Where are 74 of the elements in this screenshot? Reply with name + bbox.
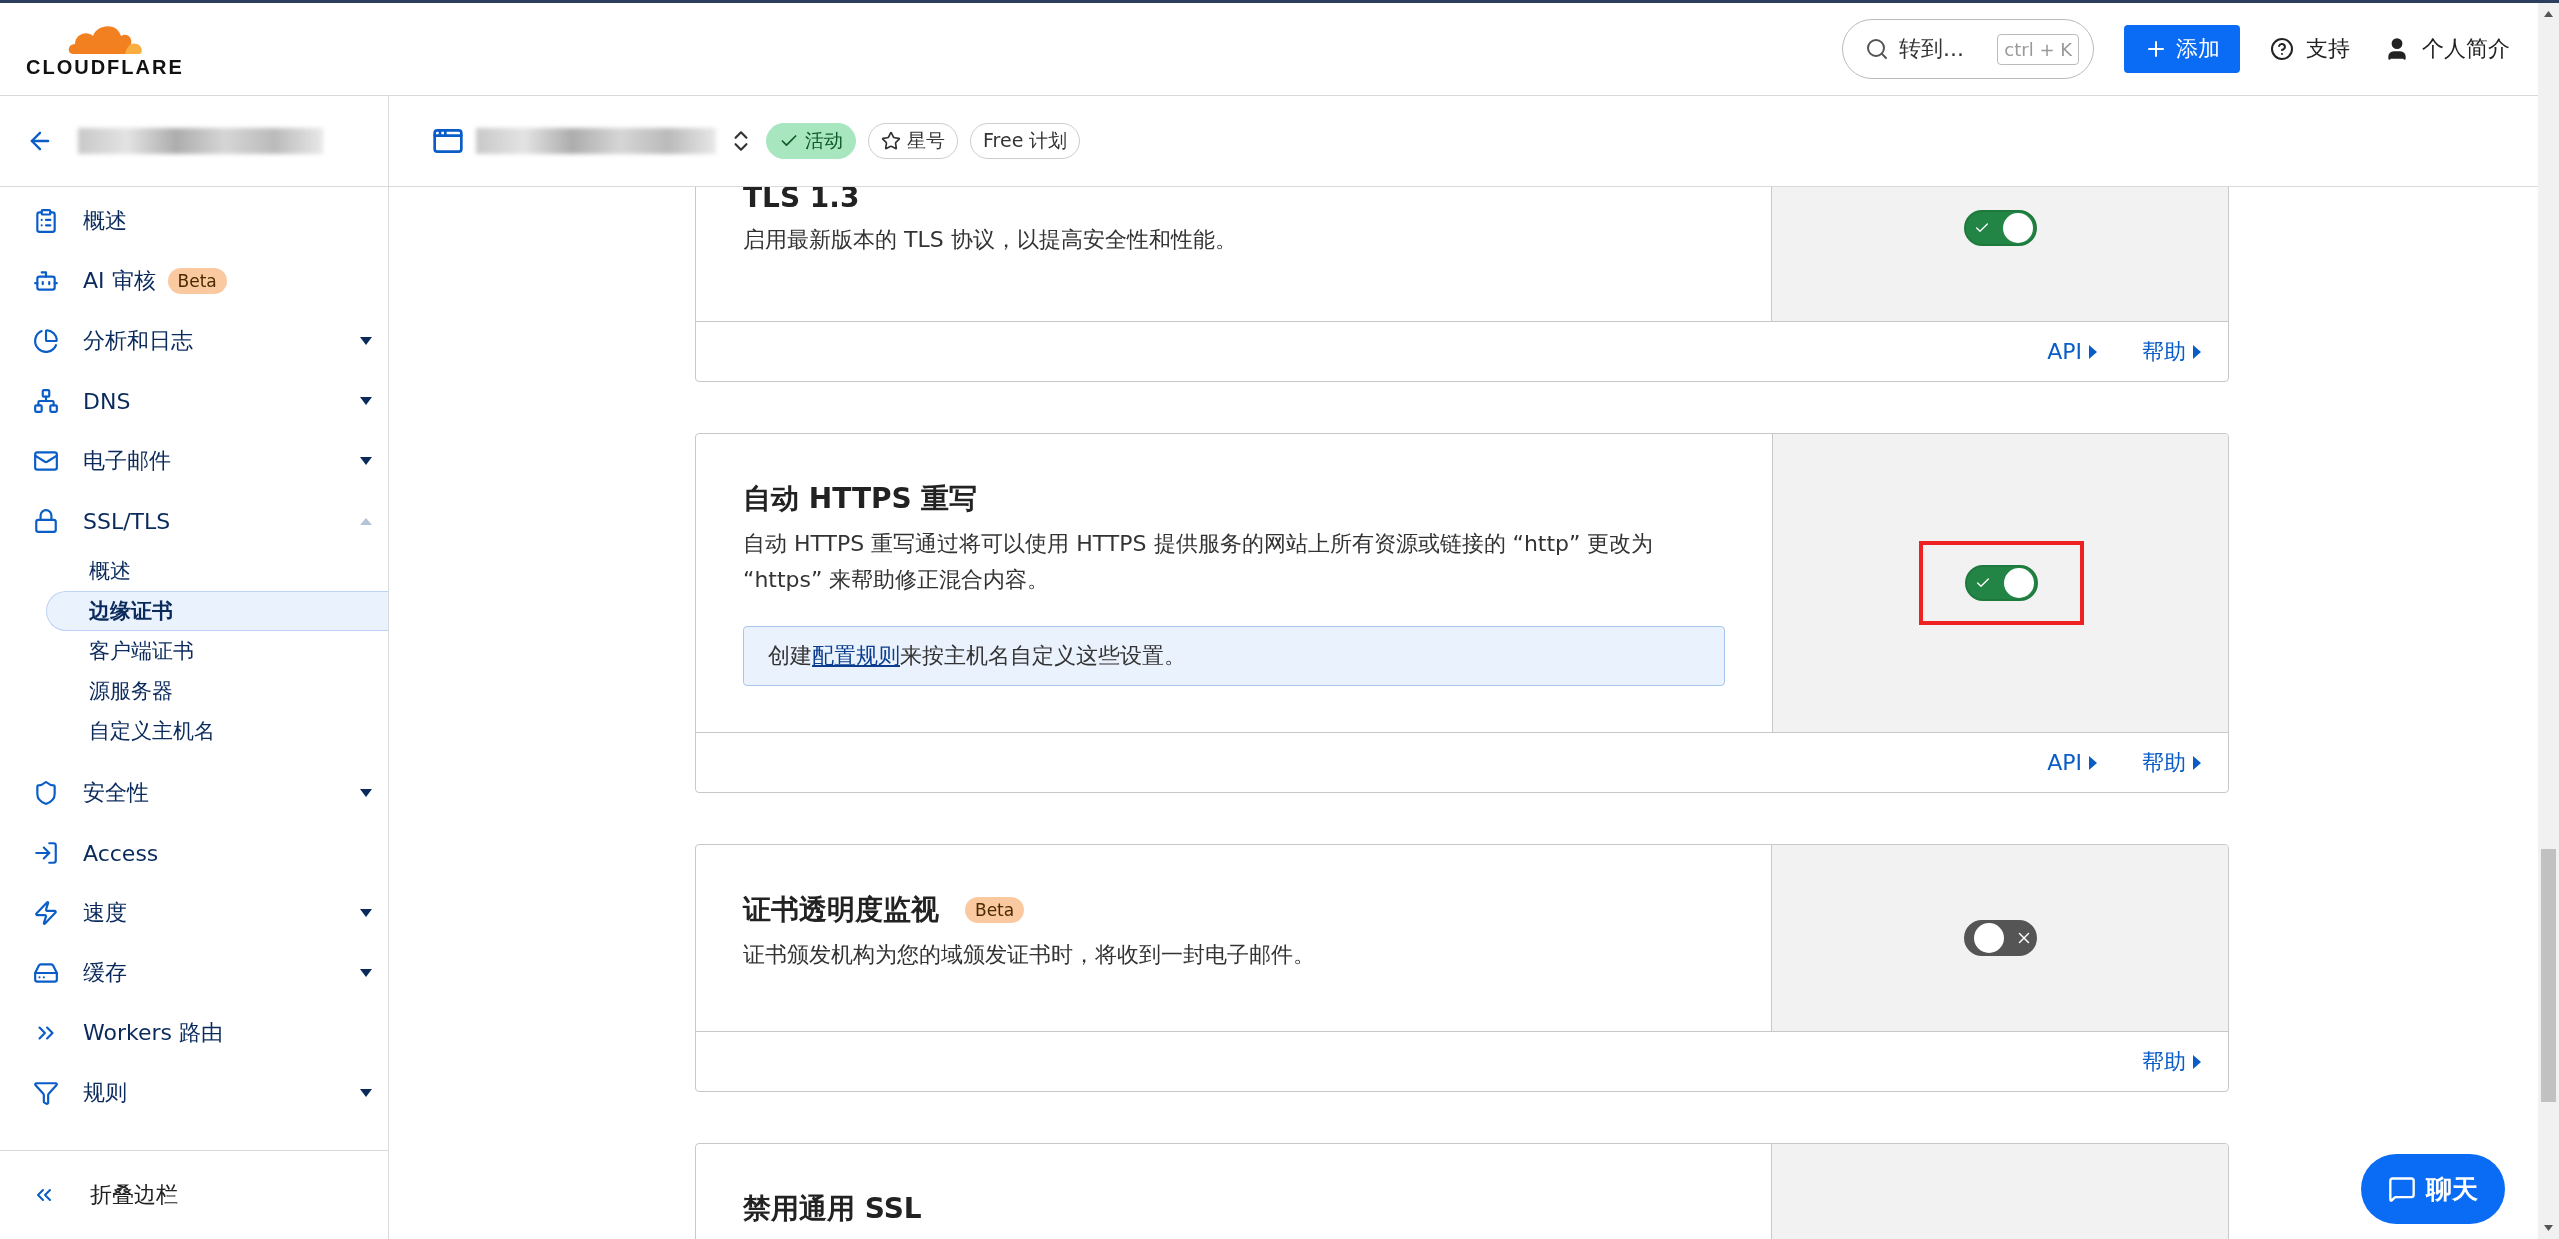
- sidebar-item[interactable]: 缓存: [0, 943, 388, 1003]
- logo-text: CLOUDFLARE: [26, 55, 184, 79]
- help-link[interactable]: 帮助: [2142, 336, 2202, 367]
- toggle-switch[interactable]: [1964, 565, 2038, 601]
- sidebar-item[interactable]: SSL/TLS: [0, 491, 388, 551]
- sidebar-item[interactable]: 规则: [0, 1063, 388, 1123]
- filter-icon: [33, 1080, 59, 1106]
- toggle-switch[interactable]: [1963, 920, 2037, 956]
- toggle-switch[interactable]: [1963, 210, 2037, 246]
- pie-chart-icon: [33, 328, 59, 354]
- scrollbar-drawing[interactable]: [2538, 3, 2559, 1239]
- sidebar-item[interactable]: 概述: [0, 191, 388, 251]
- card-title: 自动 HTTPS 重写: [743, 481, 978, 517]
- triangle-icon: [2192, 1053, 2202, 1070]
- sign-in-icon: [33, 840, 59, 866]
- clipboard-icon: [33, 208, 59, 234]
- sidebar-item[interactable]: 安全性: [0, 763, 388, 823]
- search-icon: [1865, 37, 1889, 61]
- triangle-icon: [2192, 754, 2202, 771]
- rules-link[interactable]: 配置规则: [812, 643, 900, 668]
- caret-icon: [358, 456, 374, 466]
- help-link[interactable]: 帮助: [2142, 1046, 2202, 1077]
- profile-button[interactable]: 个人简介: [2380, 30, 2514, 68]
- beta-badge: Beta: [167, 268, 227, 294]
- triangle-icon: [2088, 343, 2098, 360]
- card-description: 自动 HTTPS 重写通过将可以使用 HTTPS 提供服务的网站上所有资源或链接的 “http” 更改为 “https” 来帮助修正混合内容。: [743, 530, 1655, 594]
- sidebar-item[interactable]: Workers 路由: [0, 1003, 388, 1063]
- sidebar-subitem[interactable]: 客户端证书: [46, 631, 388, 671]
- info-note: 创建配置规则来按主机名自定义这些设置。: [743, 626, 1725, 686]
- card-description: 启用最新版本的 TLS 协议，以提高安全性和性能。: [743, 226, 1238, 254]
- shortcut-hint: ctrl + K: [1997, 33, 2079, 65]
- sidebar-item[interactable]: DNS: [0, 371, 388, 431]
- card-title: TLS 1.3: [743, 187, 860, 214]
- beta-badge: Beta: [965, 897, 1025, 923]
- chat-button[interactable]: 聊天: [2361, 1154, 2505, 1224]
- caret-icon: [358, 336, 374, 346]
- help-link[interactable]: 帮助: [2142, 747, 2202, 778]
- caret-icon: [358, 1088, 374, 1098]
- caret-icon: [358, 788, 374, 798]
- sidebar-item[interactable]: 分析和日志: [0, 311, 388, 371]
- chat-bubble-icon: [2388, 1175, 2416, 1203]
- star-icon: [881, 131, 901, 151]
- card-title: 禁用通用 SSL: [743, 1191, 922, 1227]
- sidebar-item[interactable]: 速度: [0, 883, 388, 943]
- network-icon: [33, 388, 59, 414]
- support-button[interactable]: 支持: [2266, 30, 2354, 68]
- status-badge[interactable]: 星号: [868, 123, 958, 159]
- help-link[interactable]: API: [2047, 750, 2098, 775]
- robot-icon: [33, 268, 59, 294]
- mail-icon: [33, 448, 59, 474]
- card-description: 证书颁发机构为您的域颁发证书时，将收到一封电子邮件。: [743, 941, 1316, 969]
- sidebar-subitem[interactable]: 源服务器: [46, 671, 388, 711]
- sidebar-subitem[interactable]: 自定义主机名: [46, 711, 388, 751]
- lock-icon: [33, 508, 59, 534]
- triangle-icon: [2192, 343, 2202, 360]
- help-icon: [2270, 37, 2294, 61]
- sidebar-subitem[interactable]: 概述: [46, 551, 388, 591]
- triangle-icon: [2088, 754, 2098, 771]
- status-badge: Free 计划: [970, 123, 1081, 159]
- drive-icon: [33, 960, 59, 986]
- add-button[interactable]: 添加: [2124, 25, 2240, 73]
- sidebar-item[interactable]: 电子邮件: [0, 431, 388, 491]
- lightning-icon: [33, 900, 59, 926]
- caret-icon: [358, 968, 374, 978]
- caret-icon: [358, 396, 374, 406]
- status-badge: 活动: [766, 123, 856, 159]
- caret-icon: [358, 908, 374, 918]
- card-title: 证书透明度监视: [743, 892, 939, 928]
- sidebar-item[interactable]: Access: [0, 823, 388, 883]
- caret-icon: [358, 516, 374, 526]
- sidebar-item[interactable]: AI 审核 Beta: [0, 251, 388, 311]
- shield-icon: [33, 780, 59, 806]
- sidebar-subitem[interactable]: 边缘证书: [46, 591, 388, 631]
- help-link[interactable]: API: [2047, 339, 2098, 364]
